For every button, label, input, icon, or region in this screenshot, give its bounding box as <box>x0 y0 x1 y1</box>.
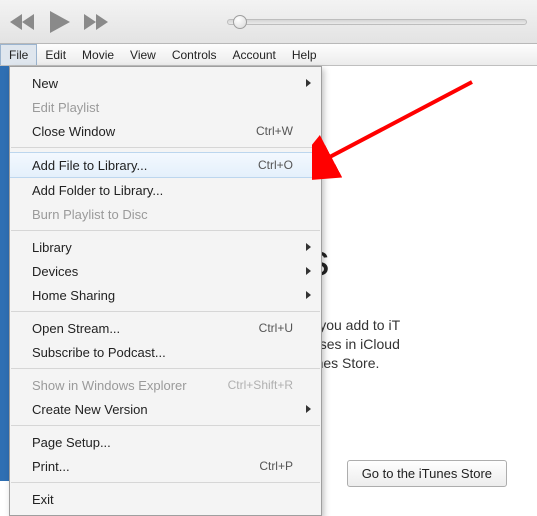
menu-item-label: Library <box>32 240 72 255</box>
menu-separator <box>11 230 320 231</box>
progress-bar[interactable] <box>227 19 527 25</box>
menu-help[interactable]: Help <box>284 44 325 65</box>
menu-item-label: Add File to Library... <box>32 158 147 173</box>
menu-item-library[interactable]: Library <box>10 235 321 259</box>
menu-file[interactable]: File <box>0 44 37 65</box>
menu-item-edit-playlist: Edit Playlist <box>10 95 321 119</box>
menu-item-add-folder-to-library[interactable]: Add Folder to Library... <box>10 178 321 202</box>
chevron-right-icon <box>306 267 311 275</box>
menu-shortcut: Ctrl+P <box>259 459 293 473</box>
menu-controls[interactable]: Controls <box>164 44 225 65</box>
menu-shortcut: Ctrl+O <box>258 158 293 172</box>
menu-item-new[interactable]: New <box>10 71 321 95</box>
playback-controls <box>10 11 110 33</box>
chevron-right-icon <box>306 243 311 251</box>
menu-item-devices[interactable]: Devices <box>10 259 321 283</box>
menu-item-label: Subscribe to Podcast... <box>32 345 166 360</box>
menu-item-label: Print... <box>32 459 70 474</box>
menu-item-label: Open Stream... <box>32 321 120 336</box>
play-icon[interactable] <box>50 11 70 33</box>
sidebar-selection-strip <box>0 66 9 481</box>
chevron-right-icon <box>306 405 311 413</box>
menu-item-label: Show in Windows Explorer <box>32 378 187 393</box>
menu-item-show-in-windows-explorer: Show in Windows Explorer Ctrl+Shift+R <box>10 373 321 397</box>
menu-separator <box>11 311 320 312</box>
chevron-right-icon <box>306 79 311 87</box>
menu-separator <box>11 425 320 426</box>
menu-item-label: New <box>32 76 58 91</box>
chevron-right-icon <box>306 291 311 299</box>
menu-movie[interactable]: Movie <box>74 44 122 65</box>
menu-shortcut: Ctrl+U <box>259 321 293 335</box>
menu-separator <box>11 482 320 483</box>
menu-separator <box>11 147 320 148</box>
menu-item-create-new-version[interactable]: Create New Version <box>10 397 321 421</box>
menu-item-label: Edit Playlist <box>32 100 99 115</box>
menu-item-label: Home Sharing <box>32 288 115 303</box>
menu-view[interactable]: View <box>122 44 164 65</box>
menu-item-subscribe-to-podcast[interactable]: Subscribe to Podcast... <box>10 340 321 364</box>
menu-item-add-file-to-library[interactable]: Add File to Library... Ctrl+O <box>10 152 321 178</box>
file-menu-dropdown: New Edit Playlist Close Window Ctrl+W Add Fi… <box>9 66 322 516</box>
prev-icon[interactable] <box>10 14 36 30</box>
menu-shortcut: Ctrl+W <box>256 124 293 138</box>
menu-item-label: Exit <box>32 492 54 507</box>
menu-item-open-stream[interactable]: Open Stream... Ctrl+U <box>10 316 321 340</box>
menu-item-label: Devices <box>32 264 78 279</box>
menu-item-label: Add Folder to Library... <box>32 183 163 198</box>
menubar: FileEditMovieViewControlsAccountHelp <box>0 44 537 66</box>
go-to-store-button[interactable]: Go to the iTunes Store <box>347 460 507 487</box>
menu-item-print[interactable]: Print... Ctrl+P <box>10 454 321 478</box>
menu-item-close-window[interactable]: Close Window Ctrl+W <box>10 119 321 143</box>
menu-item-exit[interactable]: Exit <box>10 487 321 511</box>
menu-item-label: Burn Playlist to Disc <box>32 207 148 222</box>
menu-item-label: Create New Version <box>32 402 148 417</box>
menu-shortcut: Ctrl+Shift+R <box>228 378 293 392</box>
next-icon[interactable] <box>84 14 110 30</box>
menu-item-label: Page Setup... <box>32 435 111 450</box>
menu-edit[interactable]: Edit <box>37 44 74 65</box>
menu-item-burn-playlist-to-disc: Burn Playlist to Disc <box>10 202 321 226</box>
menu-account[interactable]: Account <box>225 44 284 65</box>
progress-knob[interactable] <box>233 15 247 29</box>
player-toolbar <box>0 0 537 44</box>
menu-item-home-sharing[interactable]: Home Sharing <box>10 283 321 307</box>
menu-separator <box>11 368 320 369</box>
menu-item-label: Close Window <box>32 124 115 139</box>
menu-item-page-setup[interactable]: Page Setup... <box>10 430 321 454</box>
